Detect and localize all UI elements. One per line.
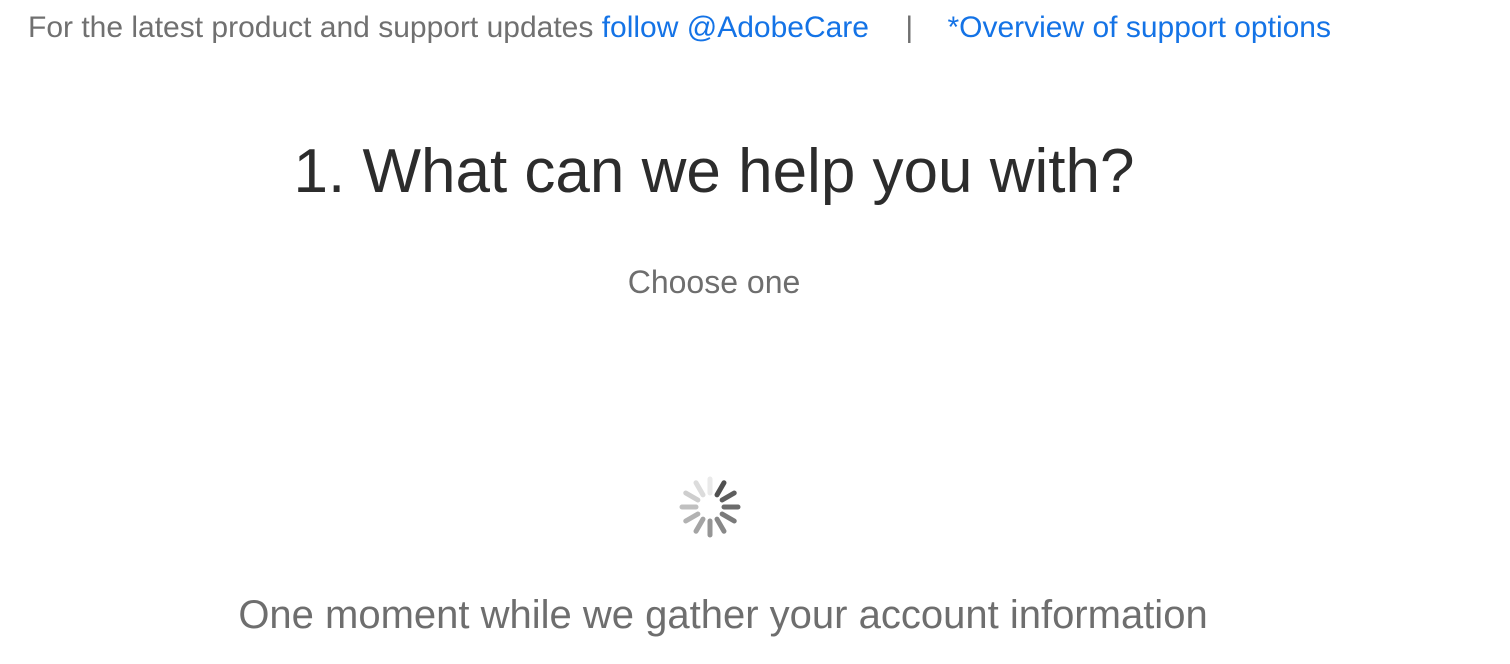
support-updates-text: For the latest product and support updat… [28,11,594,44]
loading-message: One moment while we gather your account … [238,593,1208,637]
spinner-spoke [714,480,727,498]
spinner-spoke [714,516,727,534]
spinner-spoke [719,511,737,524]
loading-spinner-icon [679,476,741,538]
spinner-spoke [683,490,701,503]
link-separator: | [905,11,914,44]
spinner-spoke [693,480,706,498]
spinner-spoke [683,511,701,524]
follow-adobecare-link[interactable]: follow @AdobeCare [602,11,869,44]
support-updates-bar: For the latest product and support updat… [28,8,1331,48]
spinner-spoke [719,490,737,503]
overview-support-options-link[interactable]: *Overview of support options [947,11,1331,44]
page-title: 1. What can we help you with? [293,137,1135,206]
choose-one-subtitle: Choose one [627,264,801,300]
spinner-spoke [693,516,706,534]
